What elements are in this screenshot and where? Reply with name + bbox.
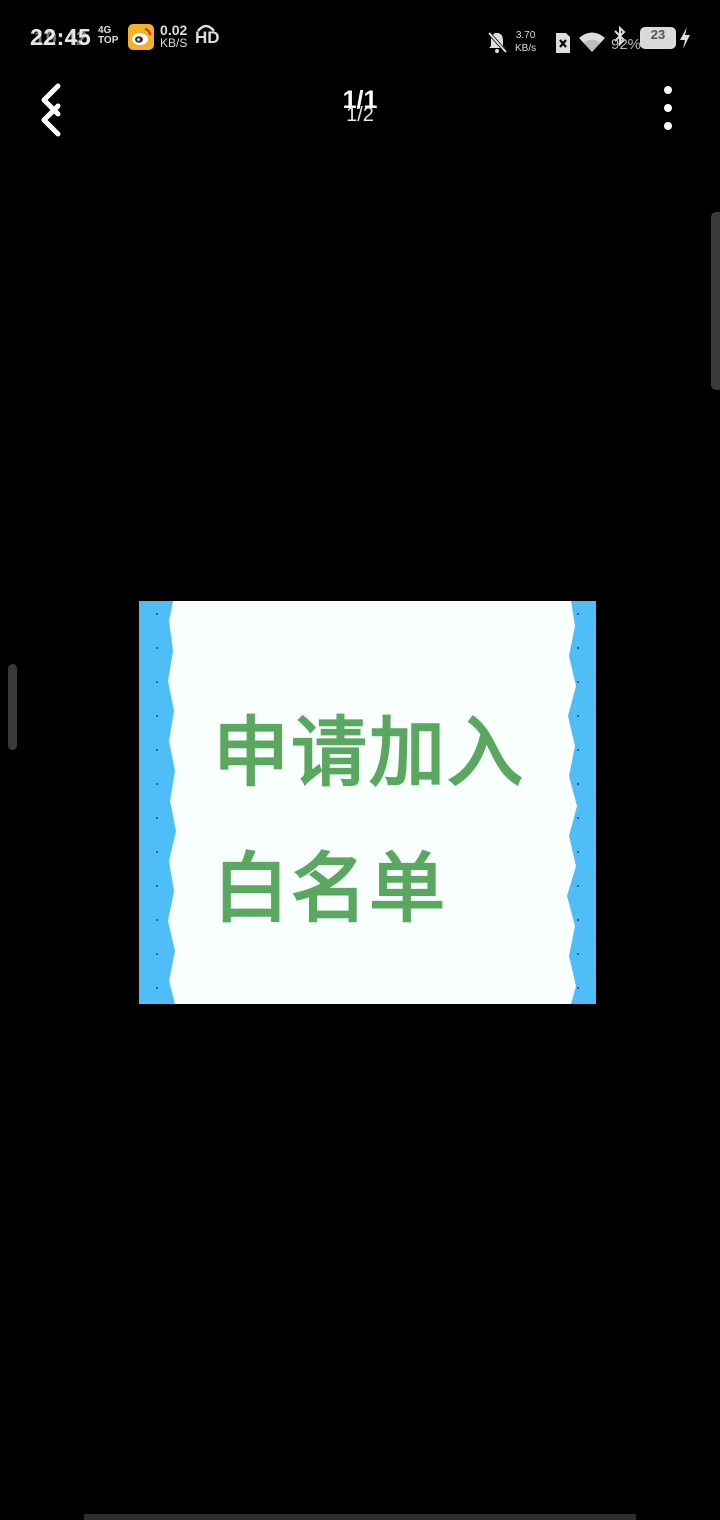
right-edge-handle[interactable] bbox=[711, 212, 720, 390]
battery-level: 23 bbox=[650, 27, 666, 42]
wifi-icon bbox=[579, 32, 605, 52]
image-torn-paper-edges bbox=[139, 601, 596, 1004]
image-text-line-1: 申请加入 bbox=[213, 708, 525, 797]
back-icon[interactable] bbox=[30, 80, 78, 142]
hd-voice-badge: HD bbox=[195, 28, 220, 47]
bottom-gesture-bar bbox=[84, 1514, 636, 1520]
network-speed-secondary-unit: KB/s bbox=[515, 43, 537, 54]
viewed-image[interactable]: 申请加入 白名单 bbox=[139, 601, 596, 1004]
left-edge-handle[interactable] bbox=[8, 664, 17, 750]
no-sim-icon bbox=[556, 33, 570, 53]
battery-percentage: 92% bbox=[611, 36, 642, 53]
network-speed-unit: KB/S bbox=[160, 36, 188, 50]
status-bar: 19:42 22:45 4G TOP 0.02 KB/S HD 3.70 KB/… bbox=[0, 0, 720, 72]
battery-icon: 23 bbox=[640, 27, 676, 49]
page-counter-sub: 1/2 bbox=[346, 104, 374, 126]
mobile-network-indicator: 4G TOP bbox=[98, 26, 118, 46]
status-time: 22:45 bbox=[30, 24, 92, 50]
network-type-bottom: TOP bbox=[98, 35, 119, 46]
image-text-line-2: 白名单 bbox=[213, 844, 447, 933]
weibo-notification-icon bbox=[128, 24, 154, 50]
charging-bolt-icon bbox=[680, 27, 690, 49]
more-options-icon[interactable] bbox=[650, 84, 686, 136]
network-speed-secondary: 3.70 KB/s bbox=[515, 29, 536, 55]
network-speed: 0.02 KB/S bbox=[160, 23, 188, 50]
network-speed-secondary-value: 3.70 bbox=[515, 30, 536, 41]
muted-bell-icon bbox=[487, 31, 508, 54]
page-counter: 1/1 1/2 bbox=[310, 86, 410, 126]
